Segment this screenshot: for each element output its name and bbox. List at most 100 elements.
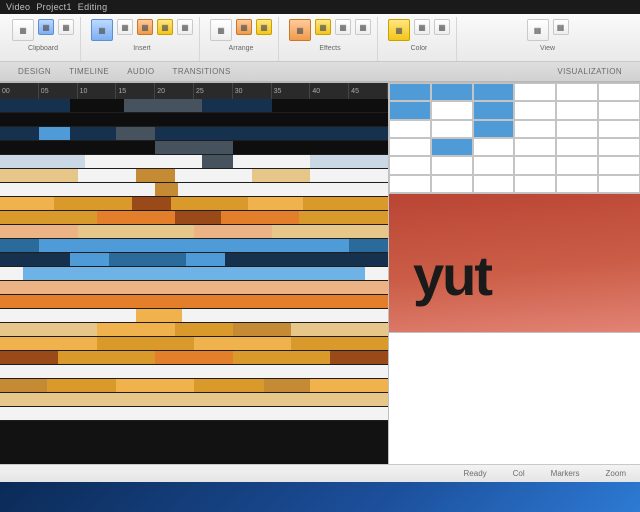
clip-segment[interactable] <box>194 379 264 392</box>
clip-segment[interactable] <box>0 99 70 112</box>
grid-cell[interactable] <box>389 138 431 156</box>
tab-transitions[interactable]: TRANSITIONS <box>173 67 231 76</box>
clip-segment[interactable] <box>225 253 388 266</box>
track-row[interactable] <box>0 365 388 379</box>
grid-cell[interactable] <box>473 101 515 119</box>
clip-segment[interactable] <box>0 379 47 392</box>
track-row[interactable] <box>0 337 388 351</box>
clip-segment[interactable] <box>202 155 233 168</box>
clip-segment[interactable] <box>109 253 187 266</box>
ribbon-btn-front[interactable]: ▦ <box>210 19 232 41</box>
ribbon-btn-fx3[interactable]: ▦ <box>335 19 351 35</box>
layout-grid[interactable] <box>389 83 640 193</box>
track-row[interactable] <box>0 407 388 421</box>
track-row[interactable] <box>0 379 388 393</box>
clip-segment[interactable] <box>330 351 388 364</box>
clip-segment[interactable] <box>310 379 388 392</box>
clip-segment[interactable] <box>272 99 388 112</box>
ribbon-btn-b[interactable]: ▦ <box>177 19 193 35</box>
tab-timeline[interactable]: TIMELINE <box>69 67 109 76</box>
clip-segment[interactable] <box>0 407 388 420</box>
clip-segment[interactable] <box>97 323 175 336</box>
clip-segment[interactable] <box>0 267 23 280</box>
ribbon-btn-fx2[interactable]: ▦ <box>315 19 331 35</box>
clip-segment[interactable] <box>39 127 70 140</box>
clip-segment[interactable] <box>252 169 310 182</box>
grid-cell[interactable] <box>556 83 598 101</box>
os-taskbar[interactable] <box>0 482 640 512</box>
clip-segment[interactable] <box>0 141 155 154</box>
grid-cell[interactable] <box>389 156 431 174</box>
clip-segment[interactable] <box>0 183 155 196</box>
grid-cell[interactable] <box>514 101 556 119</box>
track-row[interactable] <box>0 351 388 365</box>
clip-segment[interactable] <box>136 169 175 182</box>
clip-segment[interactable] <box>248 197 302 210</box>
clip-segment[interactable] <box>233 323 291 336</box>
track-row[interactable] <box>0 141 388 155</box>
ribbon-btn-fx1[interactable]: ▦ <box>289 19 311 41</box>
clip-segment[interactable] <box>303 197 388 210</box>
ribbon-btn-image[interactable]: ▦ <box>91 19 113 41</box>
clip-segment[interactable] <box>291 337 388 350</box>
track-row[interactable] <box>0 183 388 197</box>
clip-segment[interactable] <box>0 197 54 210</box>
grid-cell[interactable] <box>556 101 598 119</box>
clip-segment[interactable] <box>0 155 85 168</box>
clip-segment[interactable] <box>23 267 364 280</box>
clip-segment[interactable] <box>124 99 202 112</box>
track-row[interactable] <box>0 197 388 211</box>
ribbon-btn-fill[interactable]: ▦ <box>388 19 410 41</box>
clip-segment[interactable] <box>175 323 233 336</box>
status-zoom[interactable]: Zoom <box>606 469 626 478</box>
clip-segment[interactable] <box>0 323 97 336</box>
clip-segment[interactable] <box>221 211 299 224</box>
grid-cell[interactable] <box>473 120 515 138</box>
clip-segment[interactable] <box>272 225 388 238</box>
clip-segment[interactable] <box>97 337 194 350</box>
clip-segment[interactable] <box>97 211 175 224</box>
clip-segment[interactable] <box>155 127 388 140</box>
grid-cell[interactable] <box>514 138 556 156</box>
ribbon-btn-text[interactable]: ▦ <box>137 19 153 35</box>
clip-segment[interactable] <box>0 211 97 224</box>
ribbon-btn-zoom[interactable]: ▦ <box>527 19 549 41</box>
clip-segment[interactable] <box>70 127 117 140</box>
clip-segment[interactable] <box>202 99 272 112</box>
track-row[interactable] <box>0 393 388 407</box>
ribbon-btn-copy[interactable]: ▦ <box>58 19 74 35</box>
track-row[interactable] <box>0 169 388 183</box>
clip-segment[interactable] <box>310 155 388 168</box>
grid-cell[interactable] <box>431 156 473 174</box>
grid-cell[interactable] <box>514 83 556 101</box>
grid-cell[interactable] <box>514 120 556 138</box>
grid-cell[interactable] <box>556 156 598 174</box>
clip-segment[interactable] <box>116 379 194 392</box>
clip-segment[interactable] <box>136 309 183 322</box>
track-row[interactable] <box>0 155 388 169</box>
track-row[interactable] <box>0 267 388 281</box>
ribbon-btn-shape[interactable]: ▦ <box>117 19 133 35</box>
grid-cell[interactable] <box>431 101 473 119</box>
track-row[interactable] <box>0 323 388 337</box>
track-row[interactable] <box>0 211 388 225</box>
grid-cell[interactable] <box>556 120 598 138</box>
clip-segment[interactable] <box>175 169 253 182</box>
grid-cell[interactable] <box>389 120 431 138</box>
ribbon-btn-back[interactable]: ▦ <box>236 19 252 35</box>
grid-cell[interactable] <box>389 175 431 193</box>
clip-segment[interactable] <box>194 225 272 238</box>
clip-segment[interactable] <box>0 225 78 238</box>
grid-cell[interactable] <box>598 156 640 174</box>
clip-segment[interactable] <box>178 183 388 196</box>
ribbon-btn-paste[interactable]: ▦ <box>12 19 34 41</box>
clip-segment[interactable] <box>70 99 124 112</box>
clip-segment[interactable] <box>54 197 132 210</box>
clip-segment[interactable] <box>0 365 388 378</box>
clip-segment[interactable] <box>85 155 201 168</box>
track-row[interactable] <box>0 253 388 267</box>
clip-segment[interactable] <box>264 379 311 392</box>
clip-segment[interactable] <box>0 253 70 266</box>
clip-segment[interactable] <box>58 351 155 364</box>
clip-segment[interactable] <box>116 127 155 140</box>
